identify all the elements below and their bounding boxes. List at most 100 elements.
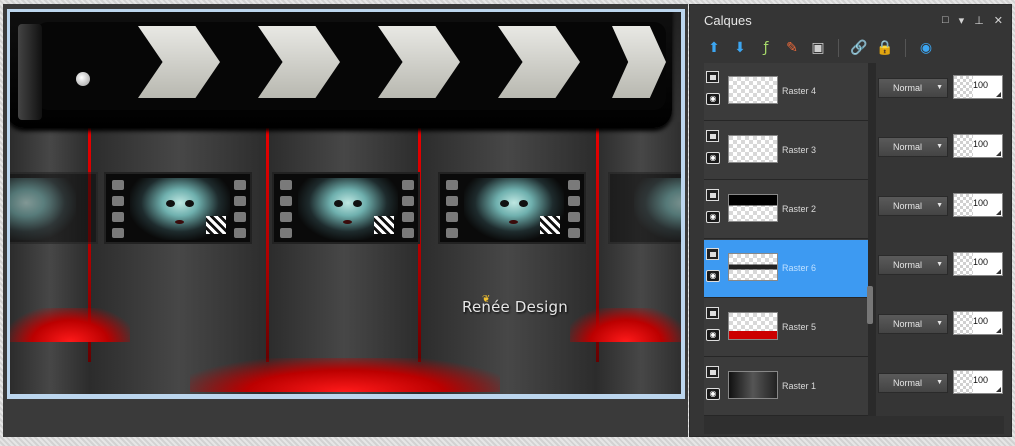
dropdown-arrow-icon: ▼: [936, 261, 943, 268]
layer-row[interactable]: ◉ Raster 3: [704, 122, 868, 180]
eye-icon[interactable]: ◉: [706, 388, 720, 400]
panel-title: Calques: [704, 13, 752, 28]
blend-mode-value: Normal: [893, 260, 923, 270]
film-frame: [608, 172, 681, 244]
red-floor-light: [570, 308, 681, 342]
artwork-canvas[interactable]: ❦ Renée Design: [10, 12, 681, 394]
blend-mode-value: Normal: [893, 142, 923, 152]
opacity-field[interactable]: 100: [953, 134, 1003, 158]
wall-panel: [596, 122, 681, 394]
opacity-field[interactable]: 100: [953, 252, 1003, 276]
dropdown-arrow-icon: ▼: [936, 320, 943, 327]
layer-row[interactable]: ◉ Raster 4: [704, 63, 868, 121]
layer-type-icon: [706, 130, 719, 142]
layer-type-icon: [706, 248, 719, 260]
blend-mode-select[interactable]: Normal ▼: [878, 137, 948, 157]
layer-properties: Normal ▼ 100: [878, 122, 1006, 180]
eye-icon[interactable]: ◉: [706, 270, 720, 282]
layer-name: Raster 4: [782, 86, 817, 96]
visibility-toggle-icon[interactable]: ◉: [916, 38, 936, 58]
wall-panel: [268, 122, 420, 394]
panel-controls: □ ▾ ⊥ ✕: [942, 14, 1003, 27]
blend-mode-select[interactable]: Normal ▼: [878, 373, 948, 393]
new-raster-layer-icon[interactable]: ⬆: [704, 38, 724, 58]
dropdown-arrow-icon: ▼: [936, 379, 943, 386]
layer-properties: Normal ▼ 100: [878, 181, 1006, 239]
opacity-field[interactable]: 100: [953, 75, 1003, 99]
layer-thumbnail: [728, 194, 778, 222]
link-icon[interactable]: 🔗: [849, 38, 869, 58]
layer-row[interactable]: ◉ Raster 5: [704, 299, 868, 357]
new-mask-icon[interactable]: ✎: [782, 38, 802, 58]
dropdown-arrow-icon: ▼: [936, 143, 943, 150]
blend-mode-value: Normal: [893, 319, 923, 329]
toolbar-divider: [905, 39, 906, 57]
layer-name: Raster 1: [782, 381, 817, 391]
film-frame: [104, 172, 252, 244]
eye-icon[interactable]: ◉: [706, 93, 720, 105]
layer-list-splitter[interactable]: [868, 63, 876, 416]
red-floor-light: [10, 308, 130, 342]
film-frame: [438, 172, 586, 244]
layer-thumbnail: [728, 135, 778, 163]
opacity-field[interactable]: 100: [953, 311, 1003, 335]
menu-arrow-icon[interactable]: ▾: [959, 14, 965, 27]
blend-mode-value: Normal: [893, 201, 923, 211]
wall-panel: [90, 122, 268, 394]
wall-panel: [420, 122, 596, 394]
eye-icon[interactable]: ◉: [706, 329, 720, 341]
layer-type-icon: [706, 366, 719, 378]
clapperboard: [10, 12, 672, 128]
maximize-icon[interactable]: □: [942, 14, 949, 27]
new-adjustment-layer-icon[interactable]: ƒ: [756, 38, 776, 58]
lock-icon[interactable]: 🔒: [875, 38, 895, 58]
film-picture: [130, 178, 230, 240]
film-frame: [10, 172, 98, 244]
film-picture: [464, 178, 564, 240]
blend-mode-select[interactable]: Normal ▼: [878, 78, 948, 98]
layer-type-icon: [706, 307, 719, 319]
eye-icon[interactable]: ◉: [706, 152, 720, 164]
blend-mode-value: Normal: [893, 83, 923, 93]
clapperboard-hinge: [18, 24, 42, 120]
toolbar-divider: [838, 39, 839, 57]
pin-icon[interactable]: ⊥: [974, 14, 984, 27]
eye-icon[interactable]: ◉: [706, 211, 720, 223]
opacity-field[interactable]: 100: [953, 370, 1003, 394]
wall-panel: [10, 122, 90, 394]
image-window[interactable]: ❦ Renée Design: [7, 9, 685, 399]
palette-footer: [704, 416, 1004, 434]
layer-thumbnail: [728, 253, 778, 281]
layer-type-icon: [706, 71, 719, 83]
layer-type-icon: [706, 189, 719, 201]
layer-properties: Normal ▼ 100: [878, 240, 1006, 298]
layer-properties: Normal ▼ 100: [878, 299, 1006, 357]
blend-mode-select[interactable]: Normal ▼: [878, 314, 948, 334]
layer-list: ◉ Raster 4 ◉ Raster 3 ◉ Raster 2 ◉ Raste…: [704, 63, 868, 416]
canvas-workspace[interactable]: ❦ Renée Design: [3, 4, 688, 437]
blend-mode-select[interactable]: Normal ▼: [878, 255, 948, 275]
dropdown-arrow-icon: ▼: [936, 84, 943, 91]
blend-mode-select[interactable]: Normal ▼: [878, 196, 948, 216]
splitter-grip[interactable]: [867, 286, 873, 324]
film-picture: [298, 178, 398, 240]
blend-mode-value: Normal: [893, 378, 923, 388]
red-floor-light: [190, 358, 500, 392]
film-picture: [634, 178, 681, 240]
layer-row[interactable]: ◉ Raster 2: [704, 181, 868, 239]
layer-thumbnail: [728, 371, 778, 399]
close-icon[interactable]: ✕: [994, 14, 1003, 27]
layer-row[interactable]: ◉ Raster 1: [704, 358, 868, 416]
delete-layer-icon[interactable]: ▣: [808, 38, 828, 58]
layers-palette: Calques □ ▾ ⊥ ✕ ⬆ ⬇ ƒ ✎ ▣ 🔗 🔒 ◉ ◉ Raster…: [689, 4, 1012, 437]
layer-thumbnail: [728, 76, 778, 104]
new-vector-layer-icon[interactable]: ⬇: [730, 38, 750, 58]
film-picture: [10, 178, 76, 240]
layer-properties: Normal ▼ 100: [878, 63, 1006, 121]
layer-thumbnail: [728, 312, 778, 340]
layer-row-selected[interactable]: ◉ Raster 6: [704, 240, 868, 298]
opacity-field[interactable]: 100: [953, 193, 1003, 217]
layer-name: Raster 5: [782, 322, 817, 332]
layer-properties: Normal ▼ 100: [878, 358, 1006, 416]
layer-name: Raster 3: [782, 145, 817, 155]
